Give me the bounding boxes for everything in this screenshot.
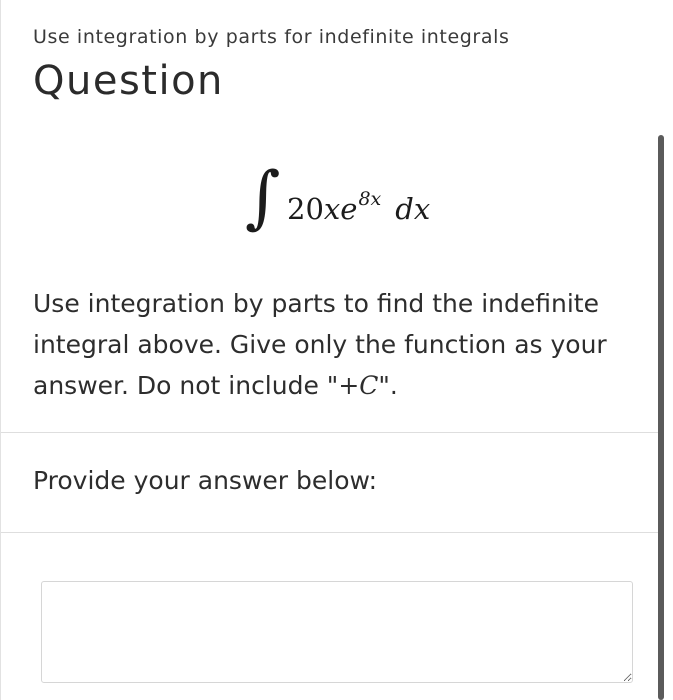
vertical-scrollbar[interactable] [658,135,664,700]
differential: dx [395,192,431,226]
section-divider-top [1,432,661,433]
integral-formula: ∫ 20xe8x dx [245,164,465,254]
instruction-line-1: Use integration by parts to find the ind… [33,289,599,318]
topic-title: Use integration by parts for indefinite … [33,26,510,48]
question-instructions: Use integration by parts to find the ind… [33,283,643,406]
answer-input[interactable] [41,581,633,683]
section-divider-bottom [1,532,661,533]
answer-prompt: Provide your answer below: [33,466,377,495]
base-e: e [340,192,358,226]
instruction-line-3-suffix: ". [378,371,398,400]
integrand: 20xe8x dx [287,188,431,226]
instruction-line-3-prefix: answer. Do not include " [33,371,339,400]
plus-sign: + [338,371,360,400]
coefficient: 20 [287,192,324,226]
variable-x: x [323,192,341,226]
question-page: Use integration by parts for indefinite … [0,0,673,700]
instruction-line-2: integral above. Give only the function a… [33,330,607,359]
constant-c: C [359,371,379,400]
question-heading: Question [33,58,224,104]
instruction-line-3: answer. Do not include "+C". [33,365,643,406]
integral-sign: ∫ [245,158,281,237]
exponent: 8x [358,188,382,210]
